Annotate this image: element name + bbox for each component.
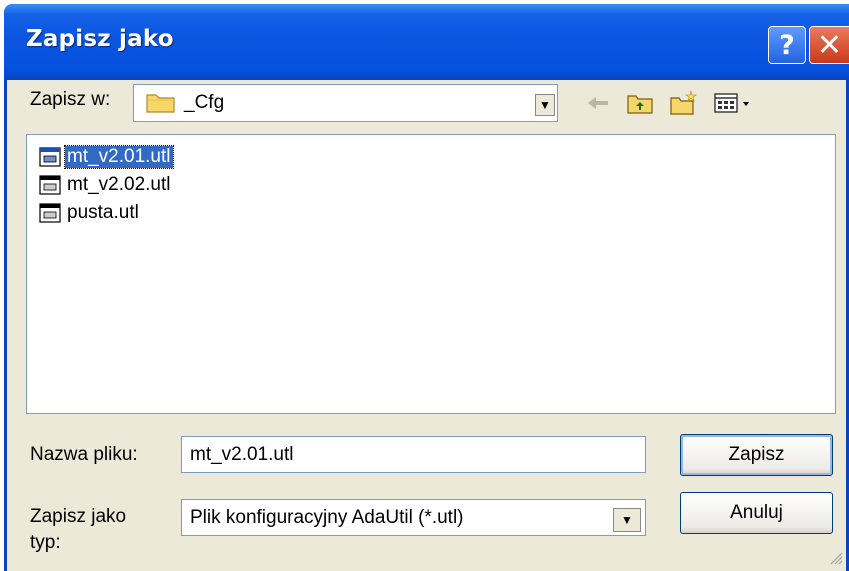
save-button[interactable]: Zapisz <box>680 434 833 476</box>
folder-icon <box>146 94 175 113</box>
title-bar[interactable]: Zapisz jako ? ✕ <box>4 4 849 80</box>
save-in-value: _Cfg <box>184 92 225 113</box>
close-button[interactable]: ✕ <box>809 26 849 64</box>
resize-grip-icon[interactable] <box>829 551 843 565</box>
save-in-dropdown-button[interactable]: ▼ <box>535 94 555 116</box>
utl-file-icon <box>39 175 61 195</box>
help-button[interactable]: ? <box>768 26 806 64</box>
up-folder-icon[interactable] <box>624 88 656 118</box>
view-menu-icon[interactable] <box>712 88 756 118</box>
save-as-dialog: Zapisz jako ? ✕ Zapisz w: _Cfg ▼ mt_v2.0… <box>4 4 849 571</box>
save-in-combo[interactable]: _Cfg ▼ <box>133 84 558 122</box>
chevron-down-icon: ▼ <box>539 98 551 112</box>
file-name-label: Nazwa pliku: <box>30 444 138 465</box>
window-border-left <box>4 80 7 571</box>
save-in-label: Zapisz w: <box>30 89 111 110</box>
file-type-dropdown-button[interactable]: ▼ <box>613 508 641 532</box>
file-name: mt_v2.02.utl <box>67 174 171 195</box>
utl-file-icon <box>39 203 61 223</box>
list-item[interactable]: mt_v2.01.utl <box>39 145 174 169</box>
window-title: Zapisz jako <box>26 26 174 52</box>
file-list[interactable]: mt_v2.01.utl mt_v2.02.utl pusta.utl <box>26 134 836 414</box>
utl-file-icon <box>39 147 61 167</box>
file-type-value: Plik konfiguracyjny AdaUtil (*.utl) <box>190 507 464 528</box>
chevron-down-icon: ▼ <box>621 513 633 527</box>
back-arrow-icon[interactable] <box>582 88 614 118</box>
file-type-label-text: Zapisz jako typ: <box>30 506 127 553</box>
cancel-button[interactable]: Anuluj <box>680 492 833 534</box>
file-name-input[interactable]: mt_v2.01.utl <box>181 436 646 473</box>
new-folder-icon[interactable] <box>668 88 700 118</box>
file-name: mt_v2.01.utl <box>64 145 174 169</box>
file-name: pusta.utl <box>67 202 139 223</box>
file-type-combo[interactable]: Plik konfiguracyjny AdaUtil (*.utl) ▼ <box>181 499 646 536</box>
list-item[interactable]: pusta.utl <box>39 201 141 225</box>
file-type-label: Zapisz jako typ: <box>30 504 160 556</box>
list-item[interactable]: mt_v2.02.utl <box>39 173 173 197</box>
